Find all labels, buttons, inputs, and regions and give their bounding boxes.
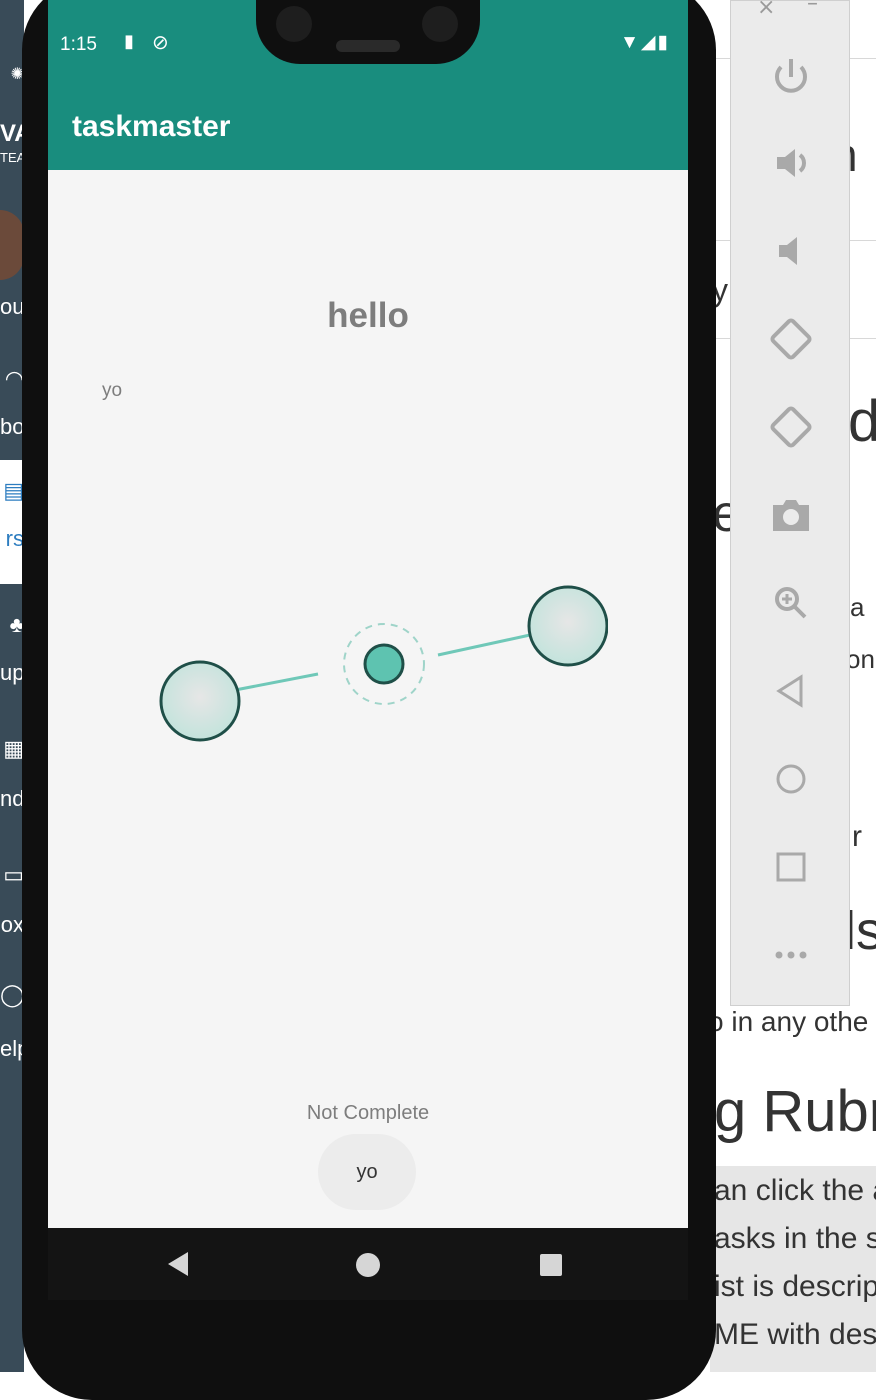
emulator-back-button[interactable] <box>761 661 821 721</box>
inbox-icon[interactable]: ▭ <box>0 862 24 888</box>
wifi-icon: ▼ <box>620 32 641 53</box>
back-icon[interactable] <box>168 1252 188 1276</box>
navigation-bar <box>48 1228 688 1300</box>
page-fragment: r <box>852 820 862 853</box>
sync-icon: ⊘ <box>152 32 169 54</box>
left-node <box>159 660 241 742</box>
sidebar-item-dashboard[interactable]: bo <box>0 414 24 440</box>
sidebar-item-calendar[interactable]: nd <box>0 786 24 812</box>
phone-screen: 1:15 ▮ ⊘ ▼◢▮ taskmaster hello yo Not Com… <box>48 0 688 1300</box>
dashboard-icon[interactable]: ◠ <box>0 366 24 392</box>
task-body: yo <box>102 380 123 401</box>
more-button[interactable] <box>761 925 821 985</box>
page-fragment: o in any othe <box>708 1006 869 1037</box>
sidebar-item-account[interactable]: ou <box>0 294 24 320</box>
overview-icon <box>776 852 806 882</box>
logo-subtext: TEAC <box>0 150 24 165</box>
volume-up-button[interactable] <box>761 133 821 193</box>
camera-icon <box>422 6 458 42</box>
task-status: Not Complete <box>306 1102 430 1124</box>
rotate-left-button[interactable] <box>761 309 821 369</box>
volume-up-icon <box>777 149 806 177</box>
page-fragment: asks in the se <box>714 1222 876 1255</box>
courses-icon: ▤ <box>3 478 24 503</box>
close-button[interactable]: × <box>757 0 775 20</box>
camera-notch <box>256 0 480 64</box>
groups-icon[interactable]: ♣ <box>0 612 24 638</box>
camera-icon <box>276 6 312 42</box>
home-icon <box>776 764 806 794</box>
camera-icon <box>773 500 809 531</box>
emulator-overview-button[interactable] <box>761 837 821 897</box>
calendar-icon[interactable]: ▦ <box>0 736 24 762</box>
avatar[interactable] <box>0 210 24 280</box>
sidebar-item-inbox[interactable]: ox <box>0 912 24 938</box>
battery-icon: ▮ <box>657 32 670 53</box>
minimize-button[interactable]: – <box>807 0 818 16</box>
lms-sidebar: ✺ VA TEAC ou ◠ bo ▤ rs ♣ up ▦ nd ▭ ox ◯ … <box>0 0 24 1372</box>
sidebar-item-help[interactable]: elp <box>0 1036 24 1062</box>
help-icon[interactable]: ◯ <box>0 982 24 1008</box>
screenshot-button[interactable] <box>761 485 821 545</box>
emulator-home-button[interactable] <box>761 749 821 809</box>
page-fragment: g Rubr <box>714 1079 876 1144</box>
status-time: 1:15 <box>60 34 97 55</box>
zoom-button[interactable] <box>761 573 821 633</box>
home-icon[interactable] <box>356 1253 380 1277</box>
sidebar-item-courses[interactable]: ▤ rs <box>0 460 24 584</box>
zoom-icon <box>775 587 807 619</box>
center-dot <box>363 643 405 685</box>
page-fragment: ist is descrip <box>714 1270 876 1303</box>
recents-icon[interactable] <box>540 1254 562 1276</box>
volume-down-button[interactable] <box>761 221 821 281</box>
signal-icon: ◢ <box>640 32 658 53</box>
right-node <box>527 585 608 667</box>
rotate-left-icon <box>770 318 812 360</box>
connector-line <box>229 672 319 693</box>
connector-line <box>437 633 531 657</box>
emulator-toolbar: × – <box>730 0 850 1006</box>
logo-text: VA <box>0 120 24 147</box>
power-icon <box>775 59 807 93</box>
rotate-right-icon <box>770 406 812 448</box>
page-fragment: an click the a <box>714 1174 876 1207</box>
volume-down-icon <box>779 237 797 265</box>
sd-card-icon: ▮ <box>124 31 134 51</box>
speaker-grille <box>336 40 400 52</box>
rotate-right-button[interactable] <box>761 397 821 457</box>
page-fragment: a <box>850 592 865 622</box>
status-icons: ▼◢▮ <box>620 31 670 54</box>
sidebar-item-groups[interactable]: up <box>0 660 24 686</box>
app-bar: taskmaster <box>48 84 688 170</box>
sidebar-item-label: rs <box>5 526 24 551</box>
page-fragment: ME with des <box>714 1318 876 1351</box>
phone-frame: 1:15 ▮ ⊘ ▼◢▮ taskmaster hello yo Not Com… <box>22 0 716 1400</box>
task-action-button[interactable]: yo <box>318 1134 416 1210</box>
app-title: taskmaster <box>72 110 231 143</box>
back-icon <box>776 674 803 708</box>
page-fragment: d <box>848 389 876 454</box>
task-title: hello <box>327 296 409 335</box>
loading-graphic <box>159 585 608 742</box>
page-fragment: on <box>846 644 875 674</box>
more-icon <box>775 951 807 959</box>
logo-icon: ✺ <box>10 66 24 83</box>
power-button[interactable] <box>761 45 821 105</box>
